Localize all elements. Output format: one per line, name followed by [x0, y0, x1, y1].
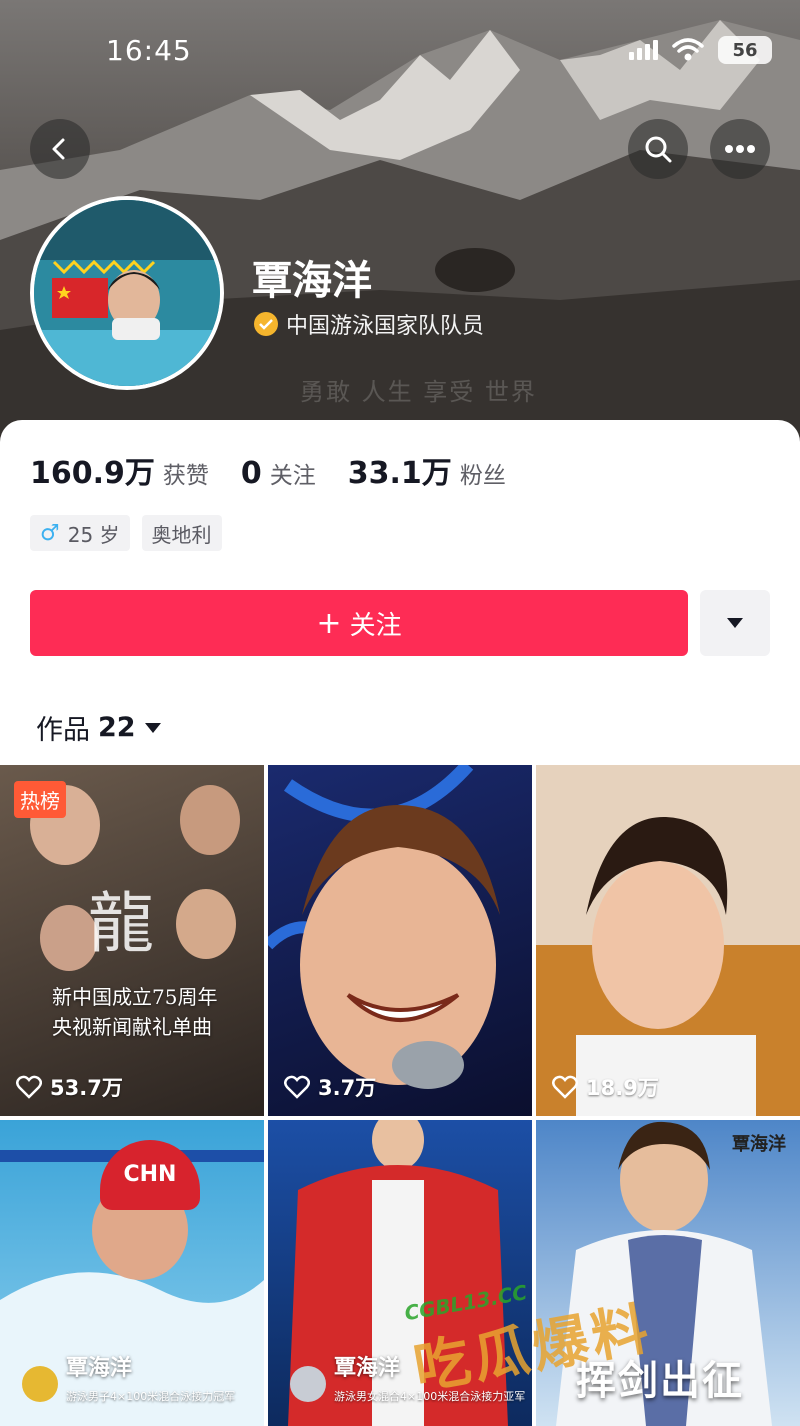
- following-label[interactable]: 关注: [270, 456, 316, 490]
- verification-row: 中国游泳国家队队员: [254, 308, 484, 340]
- follow-button[interactable]: + 关注: [30, 590, 688, 656]
- video-tile[interactable]: 热榜 龍 新中国成立75周年 央视新闻献礼单曲 53.7万: [0, 765, 264, 1116]
- avatar-photo: [34, 200, 220, 386]
- male-icon: ♂: [40, 520, 60, 546]
- thumbnail-figure: [180, 785, 240, 855]
- battery-indicator: 56: [718, 36, 772, 64]
- profile-tags: ♂ 25 岁 奥地利: [30, 515, 222, 551]
- video-tile[interactable]: 3.7万: [268, 765, 532, 1116]
- video-caption-line2: 央视新闻献礼单曲: [52, 1015, 212, 1039]
- recommend-dropdown-button[interactable]: [700, 590, 770, 656]
- video-grid: 热榜 龍 新中国成立75周年 央视新闻献礼单曲 53.7万 3.7万 18.9万…: [0, 765, 800, 1426]
- video-likes: 3.7万: [284, 1072, 376, 1102]
- thumbnail-figure: [176, 889, 236, 959]
- works-count: 22: [98, 712, 136, 743]
- wifi-icon: [672, 38, 704, 61]
- video-likes: 18.9万: [552, 1072, 659, 1102]
- caret-down-icon: [727, 618, 743, 628]
- age-tag: ♂ 25 岁: [30, 515, 130, 551]
- plus-icon: +: [316, 605, 342, 641]
- likes-count-text: 53.7万: [50, 1076, 123, 1100]
- location-tag: 奥地利: [141, 515, 222, 551]
- video-likes: 53.7万: [16, 1072, 123, 1102]
- search-icon: [645, 136, 672, 163]
- tile-corner-name: 覃海洋: [732, 1134, 786, 1155]
- followers-label[interactable]: 粉丝: [460, 456, 506, 490]
- search-button[interactable]: [628, 119, 688, 179]
- avatar[interactable]: [30, 196, 224, 390]
- works-label: 作品: [36, 715, 90, 746]
- video-tile[interactable]: 18.9万: [536, 765, 800, 1116]
- heart-icon: [284, 1075, 310, 1099]
- more-dots-icon: [725, 145, 755, 153]
- video-caption-line1: 新中国成立75周年: [52, 985, 218, 1009]
- hot-badge: 热榜: [14, 781, 66, 818]
- tile-subtitle: 游泳男子4×100米混合泳接力冠军: [66, 1390, 236, 1403]
- tile-title: 覃海洋: [66, 1356, 133, 1381]
- likes-label: 获赞: [162, 463, 209, 489]
- verification-label: 中国游泳国家队队员: [286, 314, 485, 339]
- likes-count-text: 18.9万: [586, 1076, 659, 1100]
- tile-title: 覃海洋: [334, 1356, 401, 1381]
- profile-name: 覃海洋: [252, 258, 372, 304]
- works-tab[interactable]: 作品 22: [36, 708, 162, 747]
- location-text: 奥地利: [151, 522, 212, 547]
- likes-count-text: 3.7万: [318, 1076, 377, 1100]
- verified-badge-icon: [254, 312, 278, 336]
- more-button[interactable]: [710, 119, 770, 179]
- silver-medal-icon: [290, 1366, 326, 1402]
- age-text: 25 岁: [67, 522, 120, 547]
- gold-medal-icon: [22, 1366, 58, 1402]
- signal-icon: [629, 40, 658, 60]
- heart-icon: [552, 1075, 578, 1099]
- cover-motto: 勇敢 人生 享受 世界: [300, 378, 537, 406]
- status-time: 16:45: [106, 34, 192, 67]
- likes-count: 160.9万: [30, 456, 155, 491]
- caret-down-icon: [144, 722, 161, 733]
- status-icons: 56: [629, 36, 772, 64]
- heart-icon: [16, 1075, 42, 1099]
- followers-count[interactable]: 33.1万: [348, 448, 452, 492]
- calligraphy-text: 龍: [88, 885, 154, 962]
- following-count[interactable]: 0: [241, 456, 262, 491]
- thumbnail-image: [536, 765, 800, 1116]
- profile-cover: 16:45 56 覃海洋 中国游泳国家队队员 勇敢 人生 享受 世界: [0, 0, 800, 450]
- back-button[interactable]: [30, 119, 90, 179]
- thumbnail-image: [268, 765, 500, 1089]
- stats-row: 160.9万 获赞 0 关注 33.1万 粉丝: [30, 448, 538, 492]
- chevron-left-icon: [52, 138, 65, 160]
- follow-label: 关注: [349, 610, 402, 641]
- video-tile[interactable]: CHN 覃海洋 游泳男子4×100米混合泳接力冠军: [0, 1120, 264, 1426]
